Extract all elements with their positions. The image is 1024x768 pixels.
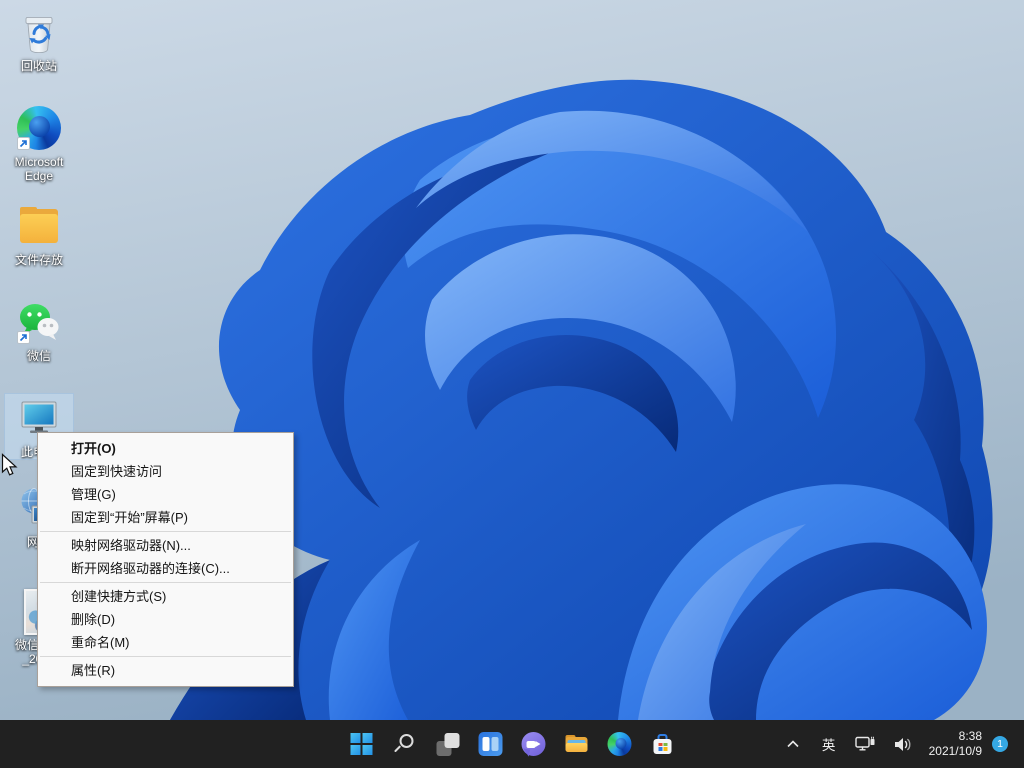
icon-label: 微信 — [27, 349, 51, 363]
icon-label: Microsoft Edge — [5, 155, 73, 183]
start-button[interactable] — [343, 724, 381, 764]
speaker-icon — [894, 737, 913, 752]
chat-icon — [522, 732, 546, 756]
tray-date: 2021/10/9 — [929, 744, 982, 759]
hidden-icons-chevron[interactable] — [781, 724, 805, 764]
menu-separator — [40, 582, 291, 583]
search-icon — [394, 733, 416, 755]
menu-item-disconnect-network-drive[interactable]: 断开网络驱动器的连接(C)... — [38, 557, 293, 580]
windows-logo-icon — [351, 733, 373, 755]
clock[interactable]: 8:38 2021/10/9 — [929, 724, 982, 764]
edge-icon — [15, 104, 63, 152]
chevron-up-icon — [787, 740, 799, 748]
tray-time: 8:38 — [959, 729, 982, 744]
ime-indicator[interactable]: 英 — [817, 724, 841, 764]
search-button[interactable] — [386, 724, 424, 764]
network-status[interactable] — [853, 724, 879, 764]
menu-item-manage[interactable]: 管理(G) — [38, 483, 293, 506]
menu-item-pin-to-start[interactable]: 固定到“开始”屏幕(P) — [38, 506, 293, 529]
mouse-cursor — [1, 453, 18, 477]
file-explorer-button[interactable] — [558, 724, 596, 764]
desktop-icon-folder[interactable]: 文件存放 — [5, 202, 73, 267]
store-button[interactable] — [644, 724, 682, 764]
menu-item-create-shortcut[interactable]: 创建快捷方式(S) — [38, 585, 293, 608]
menu-item-pin-quick-access[interactable]: 固定到快速访问 — [38, 460, 293, 483]
taskbar: 英 8:38 2021/10/9 1 — [0, 720, 1024, 768]
volume-status[interactable] — [891, 724, 917, 764]
menu-separator — [40, 531, 291, 532]
chat-button[interactable] — [515, 724, 553, 764]
icon-label: 文件存放 — [15, 253, 63, 267]
edge-icon — [608, 732, 632, 756]
shortcut-arrow-icon — [17, 331, 30, 344]
microsoft-store-icon — [651, 732, 675, 756]
ethernet-icon — [855, 736, 876, 753]
task-view-icon — [436, 733, 459, 756]
desktop-icon-microsoft-edge[interactable]: Microsoft Edge — [5, 104, 73, 183]
menu-separator — [40, 656, 291, 657]
recycle-bin-icon — [15, 8, 63, 56]
shortcut-arrow-icon — [17, 137, 30, 150]
edge-button[interactable] — [601, 724, 639, 764]
system-tray: 英 8:38 2021/10/9 1 — [781, 720, 1024, 768]
widgets-button[interactable] — [472, 724, 510, 764]
widgets-icon — [479, 732, 503, 756]
notification-badge[interactable]: 1 — [992, 736, 1008, 752]
task-view-button[interactable] — [429, 724, 467, 764]
menu-item-properties[interactable]: 属性(R) — [38, 659, 293, 682]
desktop-icon-wechat[interactable]: 微信 — [5, 298, 73, 363]
menu-item-rename[interactable]: 重命名(M) — [38, 631, 293, 654]
folder-icon — [15, 202, 63, 250]
desktop: 回收站 Microsoft Edge 文件存放 — [0, 0, 1024, 720]
menu-item-delete[interactable]: 删除(D) — [38, 608, 293, 631]
file-explorer-icon — [565, 732, 589, 756]
context-menu: 打开(O) 固定到快速访问 管理(G) 固定到“开始”屏幕(P) 映射网络驱动器… — [37, 432, 294, 687]
icon-label: 回收站 — [21, 59, 57, 73]
menu-item-open[interactable]: 打开(O) — [38, 437, 293, 460]
menu-item-map-network-drive[interactable]: 映射网络驱动器(N)... — [38, 534, 293, 557]
desktop-icon-recycle-bin[interactable]: 回收站 — [5, 8, 73, 73]
wechat-icon — [15, 298, 63, 346]
